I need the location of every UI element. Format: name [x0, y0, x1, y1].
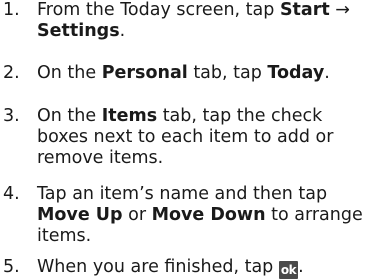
step-text: On the Items tab, tap the check boxes ne…	[37, 106, 365, 169]
step-number: 2.	[3, 63, 20, 83]
step-text: From the Today screen, tap Start → Setti…	[37, 0, 365, 42]
plain-text: to arrange	[265, 205, 363, 225]
step-line: On the Personal tab, tap Today.	[37, 63, 365, 84]
bold-term: Start	[279, 0, 330, 20]
plain-text: tab, tap the check	[157, 106, 323, 126]
step-number: 5.	[3, 257, 20, 277]
plain-text: On the	[37, 63, 102, 83]
bold-term: Move Down	[151, 205, 266, 225]
bold-term: Move Up	[37, 205, 123, 225]
step-line: From the Today screen, tap Start →	[37, 0, 365, 21]
step-line: remove items.	[37, 148, 164, 168]
bold-term: Settings	[37, 21, 120, 41]
plain-text: tab, tap	[187, 63, 268, 83]
step-number: 4.	[3, 184, 20, 204]
plain-text: .	[298, 257, 304, 277]
plain-text: When you are finished, tap	[37, 257, 279, 277]
step-number: 1.	[3, 0, 20, 20]
step-line: items.	[37, 226, 92, 246]
step-text: On the Personal tab, tap Today.	[37, 63, 365, 84]
plain-text: .	[324, 63, 330, 83]
plain-text: On the	[37, 106, 102, 126]
arrow-glyph: →	[329, 0, 350, 20]
bold-term: Today	[267, 63, 325, 83]
step-line: Move Up or Move Down to arrange	[37, 205, 365, 226]
ok-button-icon: ok	[278, 261, 299, 279]
step-line: When you are finished, tap ok.	[37, 257, 365, 279]
step-line: On the Items tab, tap the check	[37, 106, 365, 127]
bold-term: Personal	[101, 63, 188, 83]
step-line: boxes next to each item to add or	[37, 127, 334, 147]
plain-text: or	[122, 205, 152, 225]
plain-text: From the Today screen, tap	[37, 0, 280, 20]
step-number: 3.	[3, 106, 20, 126]
plain-text: .	[119, 21, 126, 41]
bold-term: Items	[101, 106, 158, 126]
step-line: Tap an item’s name and then tap	[37, 184, 328, 204]
step-text: Tap an item’s name and then tap Move Up …	[37, 184, 365, 247]
step-text: When you are finished, tap ok.	[37, 257, 365, 279]
step-line: Settings.	[37, 21, 365, 42]
